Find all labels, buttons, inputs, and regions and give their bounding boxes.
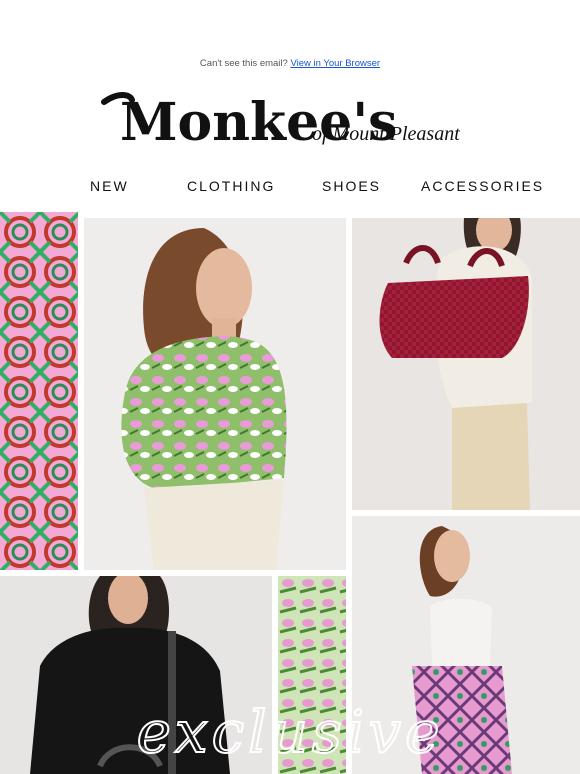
preheader: Can't see this email? View in Your Brows…	[0, 58, 580, 69]
nav-item-new[interactable]: NEW	[90, 178, 129, 194]
model-blouse-figure	[84, 218, 346, 570]
exclusive-script: exclusive	[136, 697, 444, 767]
model-blouse-image[interactable]	[84, 218, 346, 570]
fabric-print-image[interactable]	[0, 212, 78, 570]
nav-item-shoes[interactable]: SHOES	[322, 178, 381, 194]
brand-logo[interactable]: Monkee's of Mount Pleasant	[100, 88, 480, 158]
preheader-text: Can't see this email?	[199, 58, 288, 69]
main-nav: NEW CLOTHING SHOES ACCESSORIES	[0, 178, 580, 196]
model-bag-figure	[352, 218, 580, 510]
exclusive-script-text: exclusive	[137, 698, 444, 766]
nav-item-accessories[interactable]: ACCESSORIES	[421, 178, 544, 194]
model-bag-image[interactable]	[352, 218, 580, 510]
view-in-browser-link[interactable]: View in Your Browser	[290, 58, 380, 69]
brand-tagline: of Mount Pleasant	[312, 123, 460, 145]
nav-item-clothing[interactable]: CLOTHING	[187, 178, 275, 194]
geometric-print-icon	[0, 212, 78, 570]
